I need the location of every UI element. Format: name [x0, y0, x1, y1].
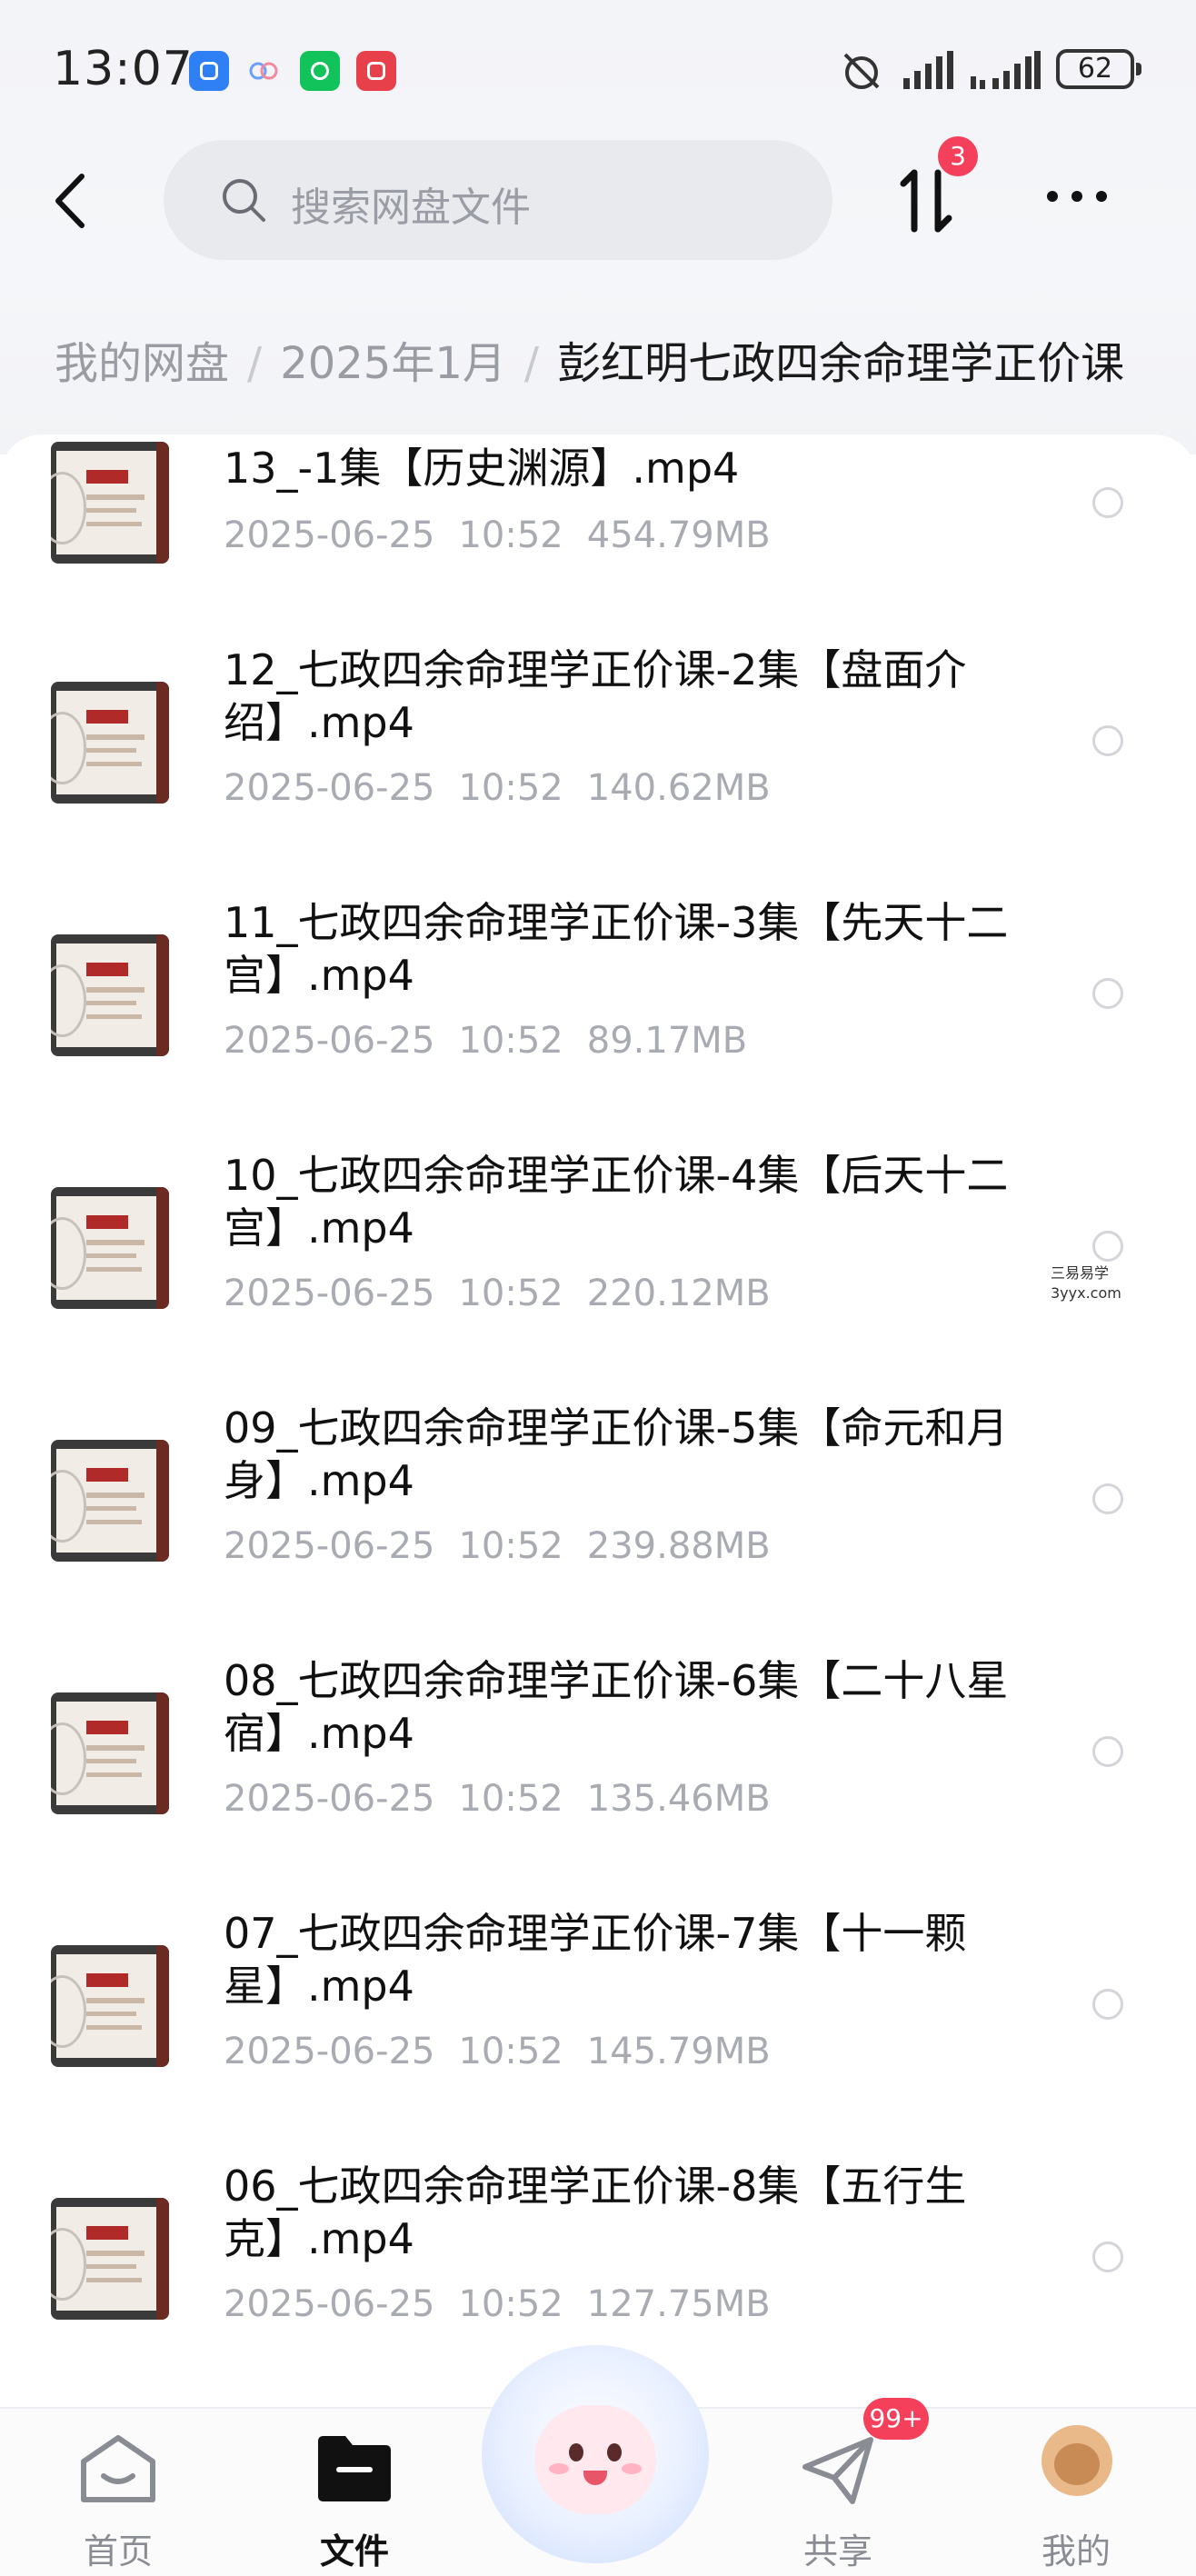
video-thumbnail [51, 1945, 169, 2067]
select-radio[interactable] [1092, 725, 1123, 756]
select-radio[interactable] [1092, 1989, 1123, 2020]
breadcrumb-item-my-drive[interactable]: 我的网盘 [55, 338, 229, 389]
select-radio[interactable] [1092, 978, 1123, 1009]
signal-icon-2 [971, 51, 1041, 89]
status-time: 13:07 [53, 42, 194, 96]
file-row[interactable]: 07_七政四余命理学正价课-7集【十一颗星】.mp4 2025-06-25 10:… [0, 1907, 1196, 2160]
file-meta: 2025-06-25 10:52 89.17MB [224, 1020, 748, 1062]
cloud-notification-icon [244, 51, 284, 91]
mascot-assistant-button[interactable] [482, 2345, 709, 2563]
select-radio[interactable] [1092, 1231, 1123, 1262]
file-meta: 2025-06-25 10:52 239.88MB [224, 1525, 771, 1567]
back-icon[interactable] [45, 169, 100, 233]
video-thumbnail [51, 1187, 169, 1309]
video-thumbnail [51, 1692, 169, 1814]
tab-files[interactable]: 文件 [291, 2425, 418, 2571]
search-icon [223, 179, 265, 222]
video-thumbnail [51, 442, 169, 564]
file-meta: 2025-06-25 10:52 135.46MB [224, 1778, 771, 1820]
file-name: 08_七政四余命理学正价课-6集【二十八星宿】.mp4 [224, 1656, 1009, 1758]
watermark: 三易易学 3yyx.com [1051, 1264, 1121, 1302]
alarm-icon [843, 53, 880, 89]
file-meta: 2025-06-25 10:52 454.79MB [224, 514, 771, 556]
select-radio[interactable] [1092, 487, 1123, 518]
battery-indicator: 62 [1056, 49, 1141, 89]
select-radio[interactable] [1092, 2242, 1123, 2272]
select-radio[interactable] [1092, 1736, 1123, 1767]
select-radio[interactable] [1092, 1483, 1123, 1514]
file-row[interactable]: 08_七政四余命理学正价课-6集【二十八星宿】.mp4 2025-06-25 10… [0, 1654, 1196, 1907]
tab-label: 文件 [319, 2531, 389, 2571]
transfer-count-badge: 3 [938, 136, 978, 176]
tab-home[interactable]: 首页 [55, 2425, 182, 2571]
file-meta: 2025-06-25 10:52 127.75MB [224, 2283, 771, 2325]
file-meta: 2025-06-25 10:52 220.12MB [224, 1273, 771, 1314]
breadcrumb-current: 彭红明七政四余命理学正价课 [557, 338, 1125, 389]
video-thumbnail [51, 2198, 169, 2320]
home-icon [81, 2435, 155, 2502]
tab-label: 首页 [83, 2531, 153, 2571]
file-name: 10_七政四余命理学正价课-4集【后天十二宫】.mp4 [224, 1151, 1009, 1253]
tab-label: 共享 [802, 2531, 872, 2571]
avatar [1042, 2425, 1112, 2496]
video-thumbnail [51, 682, 169, 804]
breadcrumb-item-folder[interactable]: 2025年1月 [280, 338, 506, 389]
file-name: 11_七政四余命理学正价课-3集【先天十二宫】.mp4 [224, 898, 1009, 1000]
file-row[interactable]: 11_七政四余命理学正价课-3集【先天十二宫】.mp4 2025-06-25 10… [0, 896, 1196, 1149]
file-row[interactable]: 09_七政四余命理学正价课-5集【命元和月身】.mp4 2025-06-25 10… [0, 1402, 1196, 1654]
file-name: 07_七政四余命理学正价课-7集【十一颗星】.mp4 [224, 1909, 967, 2011]
search-placeholder: 搜索网盘文件 [291, 185, 531, 231]
file-name: 09_七政四余命理学正价课-5集【命元和月身】.mp4 [224, 1403, 1009, 1505]
file-meta: 2025-06-25 10:52 140.62MB [224, 767, 771, 809]
share-badge: 99+ [863, 2398, 929, 2440]
file-meta: 2025-06-25 10:52 145.79MB [224, 2031, 771, 2072]
breadcrumb: 我的网盘/2025年1月 / 彭红明七政四余命理学正价课 [55, 338, 1125, 389]
message-notification-icon [356, 51, 396, 91]
file-row[interactable]: 10_七政四余命理学正价课-4集【后天十二宫】.mp4 2025-06-25 10… [0, 1149, 1196, 1402]
file-list: 13_-1集【历史渊源】.mp4 2025-06-25 10:52 454.79MB… [0, 434, 1196, 2407]
search-input[interactable]: 搜索网盘文件 [164, 140, 832, 260]
tab-label: 我的 [1041, 2531, 1111, 2571]
file-name: 06_七政四余命理学正价课-8集【五行生克】.mp4 [224, 2162, 967, 2263]
video-thumbnail [51, 934, 169, 1056]
file-name: 12_七政四余命理学正价课-2集【盘面介绍】.mp4 [224, 645, 967, 747]
status-bar: 13:07 62 [0, 36, 1196, 109]
signal-icon [903, 51, 953, 89]
folder-icon [318, 2436, 391, 2501]
app-notification-icon [189, 51, 229, 91]
more-options-icon[interactable] [1045, 187, 1109, 205]
video-thumbnail [51, 1440, 169, 1562]
wechat-notification-icon [300, 51, 340, 91]
file-name: 13_-1集【历史渊源】.mp4 [224, 444, 740, 493]
file-row[interactable]: 12_七政四余命理学正价课-2集【盘面介绍】.mp4 2025-06-25 10:… [0, 644, 1196, 896]
